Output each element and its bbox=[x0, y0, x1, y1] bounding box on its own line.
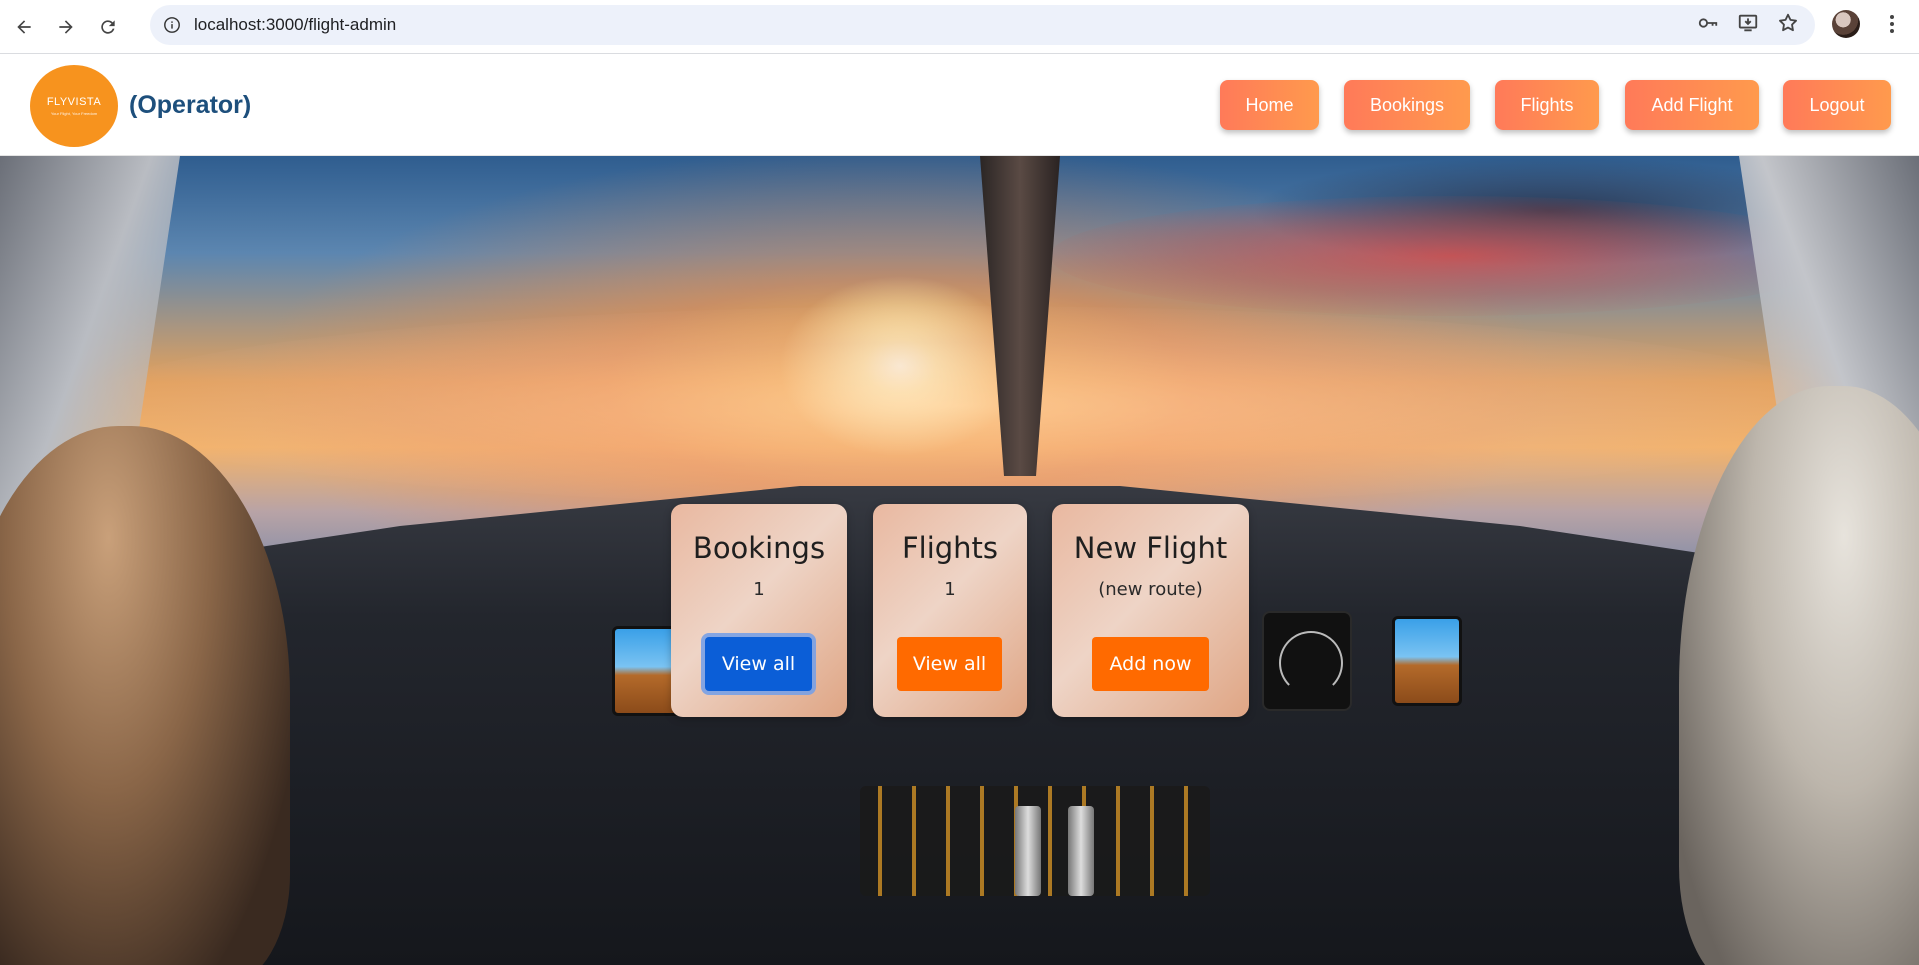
forward-icon[interactable] bbox=[48, 9, 84, 45]
app-header: FLYVISTA Your Flight, Your Freedom (Oper… bbox=[0, 55, 1919, 156]
nav-flights-button[interactable]: Flights bbox=[1495, 80, 1599, 130]
sunset-clouds bbox=[1050, 196, 1850, 316]
url-text[interactable]: localhost:3000/flight-admin bbox=[194, 15, 396, 35]
back-icon[interactable] bbox=[6, 9, 42, 45]
role-label: (Operator) bbox=[129, 91, 252, 119]
throttle-lever-right bbox=[1068, 806, 1094, 896]
install-app-icon[interactable] bbox=[1737, 12, 1759, 39]
flyvista-logo[interactable]: FLYVISTA Your Flight, Your Freedom bbox=[30, 65, 118, 147]
profile-avatar[interactable] bbox=[1832, 10, 1860, 38]
add-now-button[interactable]: Add now bbox=[1092, 637, 1209, 691]
flights-view-all-button[interactable]: View all bbox=[897, 637, 1002, 691]
card-title: New Flight bbox=[1073, 531, 1228, 565]
attitude-display-right bbox=[1392, 616, 1462, 706]
logo-tagline: Your Flight, Your Freedom bbox=[50, 111, 98, 116]
address-bar[interactable]: localhost:3000/flight-admin bbox=[150, 5, 1815, 45]
site-info-icon[interactable] bbox=[162, 15, 182, 35]
card-title: Bookings bbox=[692, 531, 826, 565]
logo-brand: FLYVISTA bbox=[46, 96, 102, 108]
reload-icon[interactable] bbox=[90, 9, 126, 45]
navigation-gauge bbox=[1262, 611, 1352, 711]
nav-bookings-button[interactable]: Bookings bbox=[1344, 80, 1470, 130]
flights-card: Flights 1 View all bbox=[873, 504, 1027, 717]
pilot-seat-right bbox=[1679, 386, 1919, 965]
throttle-lever-left bbox=[1015, 806, 1041, 896]
bookmark-star-icon[interactable] bbox=[1777, 12, 1799, 39]
browser-toolbar: localhost:3000/flight-admin bbox=[0, 0, 1919, 54]
nav-add-flight-button[interactable]: Add Flight bbox=[1625, 80, 1759, 130]
card-value: 1 bbox=[944, 579, 956, 600]
card-subtitle: (new route) bbox=[1098, 579, 1203, 600]
card-title: Flights bbox=[901, 531, 999, 565]
bookings-view-all-button[interactable]: View all bbox=[705, 637, 812, 691]
pilot-seat-left bbox=[0, 426, 290, 965]
nav-home-button[interactable]: Home bbox=[1220, 80, 1319, 130]
new-flight-card: New Flight (new route) Add now bbox=[1052, 504, 1249, 717]
card-value: 1 bbox=[753, 579, 765, 600]
cloud-layer bbox=[80, 306, 1840, 506]
password-key-icon[interactable] bbox=[1697, 12, 1719, 39]
nav-logout-button[interactable]: Logout bbox=[1783, 80, 1891, 130]
bookings-card: Bookings 1 View all bbox=[671, 504, 847, 717]
browser-menu-icon[interactable] bbox=[1882, 12, 1902, 36]
